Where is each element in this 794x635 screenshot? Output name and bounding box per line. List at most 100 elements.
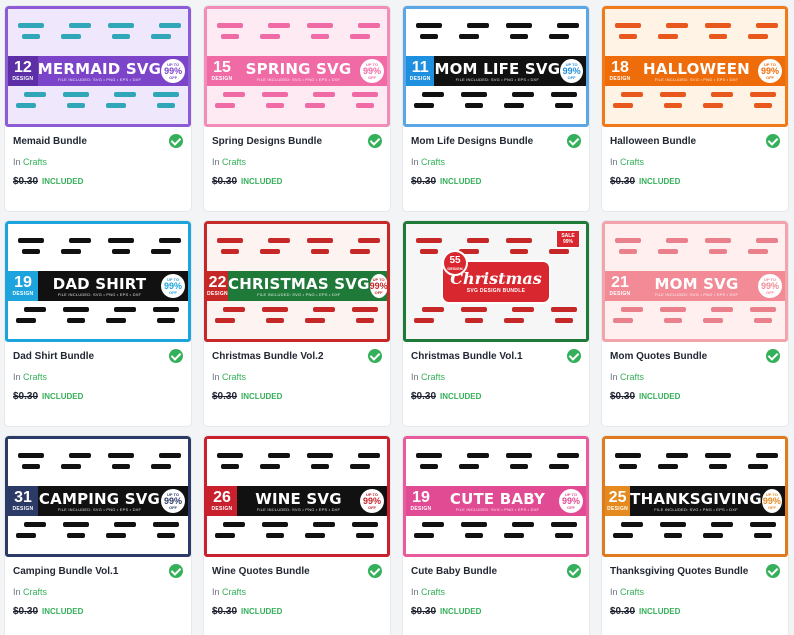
product-title[interactable]: Cute Baby Bundle [411,566,497,577]
product-card[interactable]: 15 DESIGN SPRING SVG FILE INCLUDED: SVG … [204,6,390,211]
design-preview-tile [102,444,140,480]
check-circle-icon [169,134,183,148]
product-card[interactable]: 31 DESIGN CAMPING SVG FILE INCLUDED: SVG… [5,436,191,635]
design-preview-tile [256,513,294,549]
design-preview-row [605,227,785,267]
category-link[interactable]: Crafts [620,587,644,597]
design-preview-tile [744,298,782,334]
discount-off: OFF [169,504,177,510]
design-preview-row [207,81,387,121]
product-info: Thanksgiving Quotes Bundle In Crafts $0.… [602,564,788,617]
product-thumbnail[interactable]: 11 DESIGN MOM LIFE SVG FILE INCLUDED: SV… [403,6,589,127]
price-row: $0.30 INCLUDED [411,391,581,402]
design-preview-tile [699,229,737,265]
design-count-number: 19 [412,489,430,506]
original-price: $0.30 [610,391,636,402]
category-link[interactable]: Crafts [222,157,246,167]
category-link[interactable]: Crafts [23,157,47,167]
product-card[interactable]: 19 DESIGN DAD SHIRT FILE INCLUDED: SVG •… [5,221,191,426]
category-link[interactable]: Crafts [620,372,644,382]
product-category: In Crafts [610,587,780,597]
category-link[interactable]: Crafts [421,587,445,597]
design-preview-tile [57,513,95,549]
discount-badge: UP TO 99% OFF [161,489,185,513]
category-prefix: In [13,372,21,382]
design-preview-tile [609,83,647,119]
design-preview-row [207,442,387,482]
product-card[interactable]: 12 DESIGN MERMAID SVG FILE INCLUDED: SVG… [5,6,191,211]
check-circle-icon [368,349,382,363]
product-info: Mom Life Designs Bundle In Crafts $0.30 … [403,134,589,187]
category-link[interactable]: Crafts [222,587,246,597]
price-row: $0.30 INCLUDED [411,606,581,617]
design-count-label: DESIGN [447,265,463,271]
product-thumbnail[interactable]: 31 DESIGN CAMPING SVG FILE INCLUDED: SVG… [5,436,191,557]
product-thumbnail[interactable]: 12 DESIGN MERMAID SVG FILE INCLUDED: SVG… [5,6,191,127]
design-preview-tile [102,229,140,265]
check-circle-icon [567,349,581,363]
product-title[interactable]: Christmas Bundle Vol.1 [411,351,523,362]
product-title[interactable]: Thanksgiving Quotes Bundle [610,566,748,577]
design-preview-tile [609,513,647,549]
design-preview-tile [57,83,95,119]
product-card[interactable]: 25 DESIGN THANKSGIVING FILE INCLUDED: SV… [602,436,788,635]
design-preview-row [207,296,387,336]
category-link[interactable]: Crafts [222,372,246,382]
product-title[interactable]: Halloween Bundle [610,136,696,147]
design-preview-tile [211,14,249,50]
category-link[interactable]: Crafts [421,157,445,167]
product-thumbnail[interactable]: 15 DESIGN SPRING SVG FILE INCLUDED: SVG … [204,6,390,127]
product-title[interactable]: Memaid Bundle [13,136,87,147]
product-card[interactable]: 22 DESIGN CHRISTMAS SVG FILE INCLUDED: S… [204,221,390,426]
product-thumbnail[interactable]: 25 DESIGN THANKSGIVING FILE INCLUDED: SV… [602,436,788,557]
design-preview-row [605,296,785,336]
product-title[interactable]: Spring Designs Bundle [212,136,322,147]
product-card[interactable]: 11 DESIGN MOM LIFE SVG FILE INCLUDED: SV… [403,6,589,211]
product-card[interactable]: 18 DESIGN HALLOWEEN FILE INCLUDED: SVG •… [602,6,788,211]
product-thumbnail[interactable]: 21 DESIGN MOM SVG FILE INCLUDED: SVG • P… [602,221,788,342]
product-title[interactable]: Mom Quotes Bundle [610,351,707,362]
product-info: Dad Shirt Bundle In Crafts $0.30 INCLUDE… [5,349,191,402]
design-preview-tile [57,298,95,334]
design-preview-tile [147,229,185,265]
category-link[interactable]: Crafts [23,372,47,382]
design-count-number: 26 [213,489,231,506]
product-title[interactable]: Wine Quotes Bundle [212,566,310,577]
product-thumbnail[interactable]: 22 DESIGN CHRISTMAS SVG FILE INCLUDED: S… [204,221,390,342]
product-title[interactable]: Dad Shirt Bundle [13,351,94,362]
product-title[interactable]: Mom Life Designs Bundle [411,136,533,147]
product-card[interactable]: Christmas SVG DESIGN BUNDLE 55 DESIGN SALE 99… [403,221,589,426]
product-card[interactable]: 19 DESIGN CUTE BABY FILE INCLUDED: SVG •… [403,436,589,635]
product-card[interactable]: 21 DESIGN MOM SVG FILE INCLUDED: SVG • P… [602,221,788,426]
product-thumbnail[interactable]: 26 DESIGN WINE SVG FILE INCLUDED: SVG • … [204,436,390,557]
product-info: Spring Designs Bundle In Crafts $0.30 IN… [204,134,390,187]
category-link[interactable]: Crafts [421,372,445,382]
product-category: In Crafts [13,587,183,597]
design-preview-row [406,12,586,52]
design-preview-row [406,511,586,551]
product-title[interactable]: Camping Bundle Vol.1 [13,566,118,577]
product-category: In Crafts [411,587,581,597]
product-card[interactable]: 26 DESIGN WINE SVG FILE INCLUDED: SVG • … [204,436,390,635]
product-thumbnail[interactable]: 18 DESIGN HALLOWEEN FILE INCLUDED: SVG •… [602,6,788,127]
category-link[interactable]: Crafts [620,157,644,167]
category-prefix: In [610,587,618,597]
category-prefix: In [13,157,21,167]
design-count-number: 15 [213,59,231,76]
banner-title: CUTE BABY [449,489,546,508]
category-link[interactable]: Crafts [23,587,47,597]
discount-badge: UP TO 99% OFF [758,274,782,298]
product-title[interactable]: Christmas Bundle Vol.2 [212,351,324,362]
design-preview-tile [12,229,50,265]
design-count-number: 18 [611,59,629,76]
original-price: $0.30 [411,606,437,617]
product-thumbnail[interactable]: Christmas SVG DESIGN BUNDLE 55 DESIGN SALE 99… [403,221,589,342]
design-preview-tile [545,513,583,549]
product-thumbnail[interactable]: 19 DESIGN DAD SHIRT FILE INCLUDED: SVG •… [5,221,191,342]
product-category: In Crafts [411,157,581,167]
discount-badge: UP TO 99% OFF [161,274,185,298]
design-count-number: 11 [411,59,429,76]
design-count-number: 25 [608,489,627,506]
discount-off: OFF [374,289,383,295]
product-thumbnail[interactable]: 19 DESIGN CUTE BABY FILE INCLUDED: SVG •… [403,436,589,557]
